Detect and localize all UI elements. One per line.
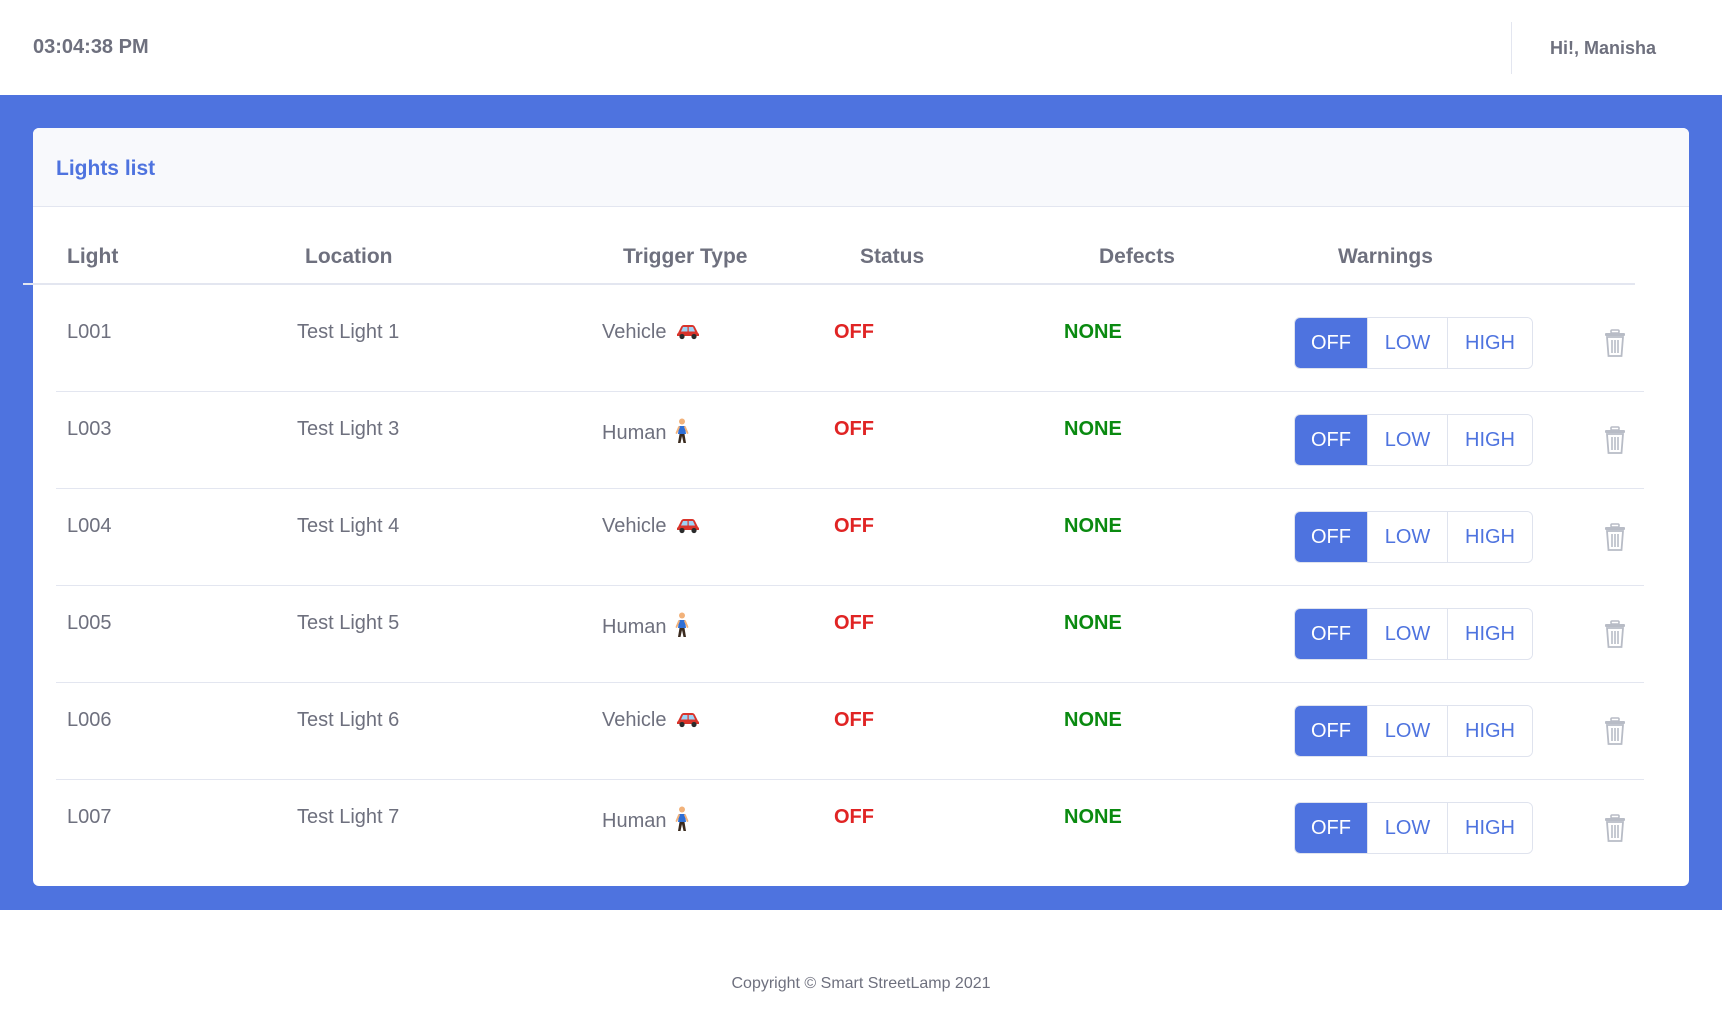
status-badge: OFF — [834, 612, 874, 634]
light-id: L004 — [67, 515, 112, 537]
status-badge: OFF — [834, 709, 874, 731]
column-header-light: Light — [67, 245, 119, 268]
light-id: L001 — [67, 321, 112, 343]
defects-value: NONE — [1064, 612, 1122, 634]
trigger-type-label: Human — [602, 615, 667, 638]
trigger-type-label: Human — [602, 809, 667, 832]
table-row: L003 Test Light 3 Human OFF NONE OFF LOW HIGH — [56, 392, 1644, 489]
card-title: Lights list — [56, 157, 156, 180]
light-id: L003 — [67, 418, 112, 440]
warning-high-button[interactable]: HIGH — [1447, 415, 1532, 465]
warning-off-button[interactable]: OFF — [1295, 609, 1367, 659]
warning-off-button[interactable]: OFF — [1295, 803, 1367, 853]
table-header-row: Light Location Trigger Type Status Defec… — [23, 210, 1635, 285]
warning-level-toggle: OFF LOW HIGH — [1294, 511, 1533, 563]
warning-off-button[interactable]: OFF — [1295, 318, 1367, 368]
warning-high-button[interactable]: HIGH — [1447, 803, 1532, 853]
warning-low-button[interactable]: LOW — [1367, 512, 1447, 562]
car-icon — [675, 516, 701, 538]
defects-value: NONE — [1064, 515, 1122, 537]
warning-high-button[interactable]: HIGH — [1447, 609, 1532, 659]
topbar-divider — [1511, 22, 1512, 74]
table-row: L001 Test Light 1 Vehicle OFF NONE OFF LOW HIGH — [56, 295, 1644, 392]
table-row: L007 Test Light 7 Human OFF NONE OFF LOW HIGH — [56, 780, 1644, 877]
warning-high-button[interactable]: HIGH — [1447, 706, 1532, 756]
warning-level-toggle: OFF LOW HIGH — [1294, 705, 1533, 757]
car-icon — [675, 710, 701, 732]
light-location: Test Light 6 — [297, 709, 400, 731]
table-row: L004 Test Light 4 Vehicle OFF NONE OFF LOW HIGH — [56, 489, 1644, 586]
status-badge: OFF — [834, 515, 874, 537]
trigger-type-label: Vehicle — [602, 321, 667, 343]
light-id: L005 — [67, 612, 112, 634]
warning-level-toggle: OFF LOW HIGH — [1294, 317, 1533, 369]
warning-low-button[interactable]: LOW — [1367, 706, 1447, 756]
delete-trash-icon[interactable] — [1604, 329, 1626, 357]
card-header: Lights list — [33, 128, 1689, 207]
warning-off-button[interactable]: OFF — [1295, 512, 1367, 562]
delete-trash-icon[interactable] — [1604, 814, 1626, 842]
top-navbar: 03:04:38 PM Hi!, Manisha — [0, 0, 1722, 95]
clock: 03:04:38 PM — [33, 36, 149, 58]
column-header-location: Location — [305, 245, 393, 268]
warning-low-button[interactable]: LOW — [1367, 415, 1447, 465]
status-badge: OFF — [834, 418, 874, 440]
warning-level-toggle: OFF LOW HIGH — [1294, 802, 1533, 854]
column-header-defects: Defects — [1099, 245, 1175, 268]
car-icon — [675, 322, 701, 344]
warning-low-button[interactable]: LOW — [1367, 609, 1447, 659]
warning-level-toggle: OFF LOW HIGH — [1294, 414, 1533, 466]
trigger-type-label: Human — [602, 421, 667, 444]
warning-low-button[interactable]: LOW — [1367, 803, 1447, 853]
delete-trash-icon[interactable] — [1604, 523, 1626, 551]
trigger-type-cell: Human — [602, 806, 690, 836]
delete-trash-icon[interactable] — [1604, 620, 1626, 648]
warning-off-button[interactable]: OFF — [1295, 415, 1367, 465]
defects-value: NONE — [1064, 709, 1122, 731]
light-location: Test Light 7 — [297, 806, 400, 828]
trigger-type-cell: Vehicle — [602, 515, 701, 538]
footer-copyright: Copyright © Smart StreetLamp 2021 — [731, 975, 991, 992]
trigger-type-cell: Vehicle — [602, 709, 701, 732]
light-location: Test Light 5 — [297, 612, 400, 634]
delete-trash-icon[interactable] — [1604, 717, 1626, 745]
person-walking-icon — [674, 612, 690, 642]
column-header-warnings: Warnings — [1338, 245, 1433, 268]
defects-value: NONE — [1064, 321, 1122, 343]
trigger-type-cell: Human — [602, 612, 690, 642]
light-id: L006 — [67, 709, 112, 731]
trigger-type-label: Vehicle — [602, 709, 667, 731]
column-header-status: Status — [860, 245, 925, 268]
status-badge: OFF — [834, 321, 874, 343]
status-badge: OFF — [834, 806, 874, 828]
trigger-type-cell: Vehicle — [602, 321, 701, 344]
delete-trash-icon[interactable] — [1604, 426, 1626, 454]
warning-level-toggle: OFF LOW HIGH — [1294, 608, 1533, 660]
person-walking-icon — [674, 806, 690, 836]
person-walking-icon — [674, 418, 690, 448]
warning-high-button[interactable]: HIGH — [1447, 318, 1532, 368]
column-header-trigger-type: Trigger Type — [623, 245, 748, 268]
defects-value: NONE — [1064, 418, 1122, 440]
table-row: L005 Test Light 5 Human OFF NONE OFF LOW HIGH — [56, 586, 1644, 683]
trigger-type-label: Vehicle — [602, 515, 667, 537]
defects-value: NONE — [1064, 806, 1122, 828]
warning-high-button[interactable]: HIGH — [1447, 512, 1532, 562]
user-greeting[interactable]: Hi!, Manisha — [1550, 38, 1656, 59]
table-row: L006 Test Light 6 Vehicle OFF NONE OFF LOW HIGH — [56, 683, 1644, 780]
light-location: Test Light 3 — [297, 418, 400, 440]
light-id: L007 — [67, 806, 112, 828]
light-location: Test Light 4 — [297, 515, 400, 537]
warning-off-button[interactable]: OFF — [1295, 706, 1367, 756]
trigger-type-cell: Human — [602, 418, 690, 448]
warning-low-button[interactable]: LOW — [1367, 318, 1447, 368]
light-location: Test Light 1 — [297, 321, 400, 343]
